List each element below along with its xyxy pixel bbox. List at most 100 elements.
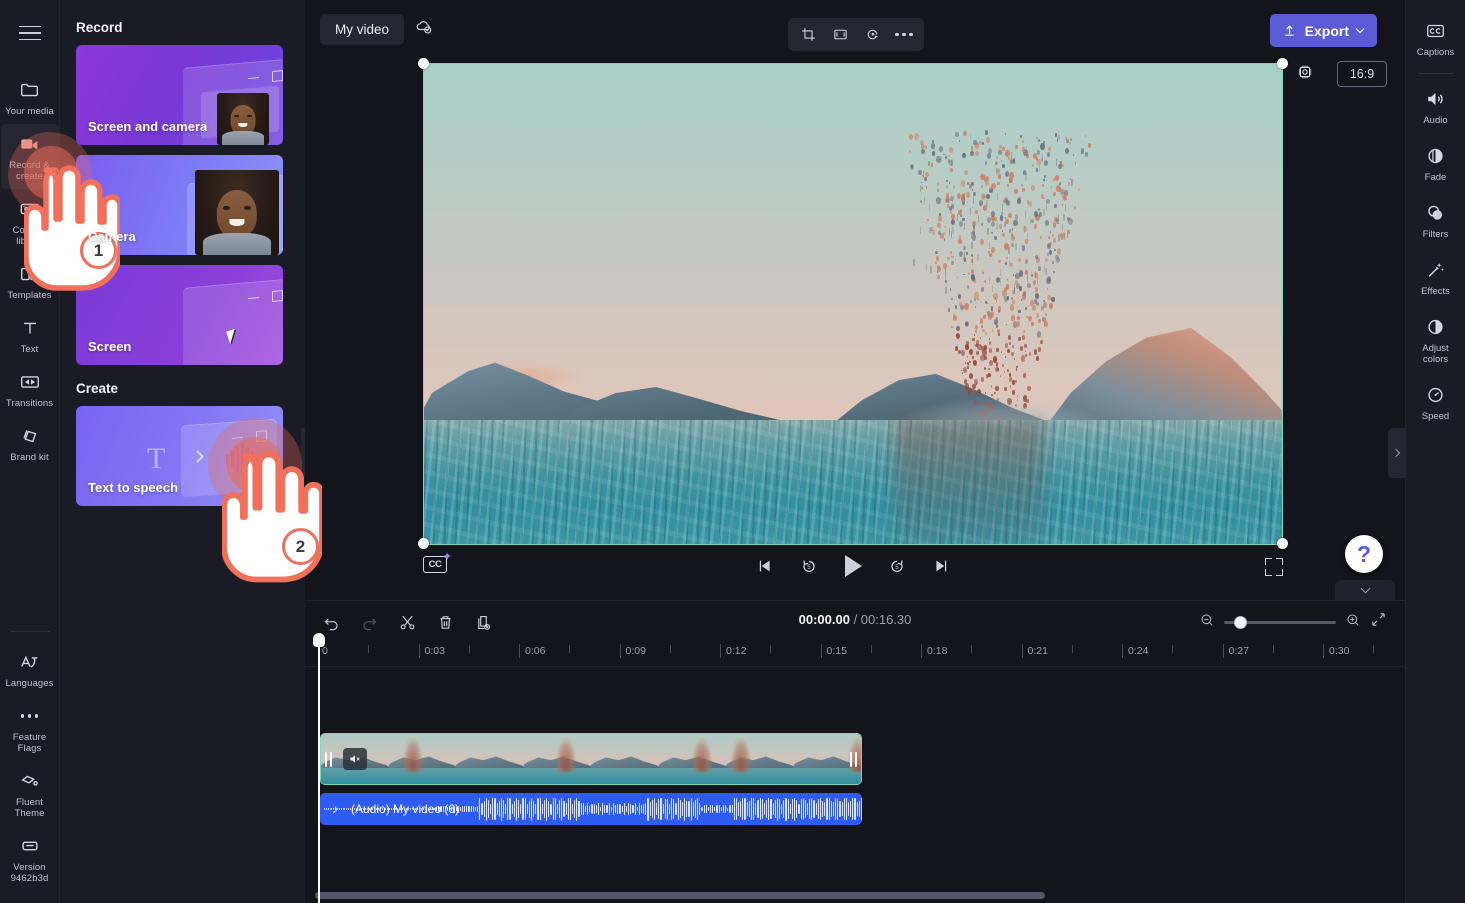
ruler-tick: 0:15 (820, 644, 847, 658)
trim-handle-right[interactable] (848, 748, 859, 770)
person-avatar (195, 170, 279, 255)
export-button[interactable]: Export (1269, 14, 1377, 47)
ruler-subtick (870, 645, 872, 653)
sidebar-item-fluent-theme[interactable]: Fluent Theme (1, 761, 59, 826)
screen-card[interactable]: Screen (76, 265, 283, 365)
ruler-tick: 0:21 (1021, 644, 1048, 658)
sidebar-item-templates[interactable]: Templates (1, 254, 59, 308)
project-title-row: My video (320, 14, 434, 45)
filters-icon (1423, 201, 1449, 224)
video-preview[interactable] (423, 63, 1283, 545)
sidebar-item-content-library[interactable]: Content library (1, 189, 59, 254)
timeline-horizontal-scrollbar[interactable] (315, 892, 1045, 899)
tab-captions[interactable]: Captions (1408, 10, 1464, 67)
card-label: Screen (88, 339, 132, 354)
fullscreen-icon[interactable] (1265, 558, 1283, 576)
tab-label: Speed (1421, 411, 1450, 422)
processor-chip-icon[interactable] (1295, 62, 1315, 82)
transitions-icon (17, 370, 43, 394)
skip-to-start-button[interactable] (753, 553, 777, 579)
video-clip[interactable] (320, 733, 862, 785)
more-horizontal-icon[interactable] (890, 22, 918, 48)
sidebar-item-text[interactable]: Text (1, 308, 59, 362)
undo-button[interactable] (317, 609, 345, 635)
resize-handle-bottom-right[interactable] (1277, 538, 1288, 549)
transport-controls: 5 5 (753, 553, 953, 579)
help-label: ? (1356, 540, 1372, 567)
rotate-icon[interactable] (858, 22, 886, 48)
sidebar-item-your-media[interactable]: Your media (1, 70, 59, 124)
crop-icon[interactable] (794, 22, 822, 48)
sidebar-item-languages[interactable]: Languages (1, 642, 59, 696)
auto-captions-button[interactable]: CC ✦ (423, 552, 452, 573)
clip-thumbnail (388, 734, 456, 784)
fit-timeline-icon[interactable] (1370, 611, 1387, 633)
resize-handle-bottom-left[interactable] (418, 538, 429, 549)
card-label: Camera (88, 229, 136, 244)
speaker-icon (1423, 87, 1449, 110)
speedometer-icon (1423, 383, 1449, 406)
tab-filters[interactable]: Filters (1408, 192, 1464, 249)
duplicate-button[interactable] (469, 609, 497, 635)
zoom-out-icon[interactable] (1199, 612, 1215, 633)
upload-icon (1285, 25, 1294, 36)
ruler-tick: 0:06 (519, 644, 545, 658)
sidebar-item-brand-kit[interactable]: Brand kit (1, 416, 59, 470)
tab-speed[interactable]: Speed (1408, 374, 1464, 431)
trim-handle-left[interactable] (323, 748, 334, 770)
screen-and-camera-card[interactable]: Screen and camera (76, 45, 283, 145)
skip-to-end-button[interactable] (929, 553, 953, 579)
delete-button[interactable] (431, 609, 459, 635)
forward-5-button[interactable]: 5 (885, 553, 909, 579)
split-button[interactable] (393, 609, 421, 635)
redo-button[interactable] (355, 609, 383, 635)
zoom-slider[interactable] (1224, 615, 1336, 629)
playhead[interactable] (313, 633, 325, 903)
audio-clip[interactable]: ♪ (Audio) My video (6) (320, 793, 862, 825)
sidebar-label: Fluent Theme (14, 797, 45, 819)
timeline-ruler[interactable]: 0 0:03 0:06 0:09 0:12 0:15 0:18 0:21 0:24 0:27 0:3… (305, 641, 1405, 667)
folder-icon (17, 78, 43, 102)
tab-adjust-colors[interactable]: Adjust colors (1408, 306, 1464, 374)
hamburger-menu-icon[interactable] (12, 16, 48, 50)
aspect-ratio-selector[interactable]: 16:9 (1337, 61, 1387, 87)
sidebar-item-version[interactable]: Version 9462b3d (1, 826, 59, 891)
chevron-down-icon (1355, 24, 1365, 34)
project-title[interactable]: My video (320, 14, 405, 45)
collapse-right-panel-button[interactable] (1388, 428, 1405, 478)
music-note-icon: ♪ (332, 802, 338, 816)
text-to-speech-card[interactable]: T Text to speech (76, 406, 283, 506)
play-icon (844, 555, 862, 577)
zoom-slider-handle[interactable] (1234, 615, 1247, 629)
tab-fade[interactable]: Fade (1408, 135, 1464, 192)
sidebar-item-record-and-create[interactable]: Record & create (0, 124, 59, 189)
play-button[interactable] (841, 553, 865, 579)
sidebar-item-transitions[interactable]: Transitions (1, 362, 59, 416)
ruler-tick: 0:24 (1122, 644, 1148, 658)
chevron-down-icon (1360, 583, 1370, 594)
camera-card[interactable]: Camera (76, 155, 283, 255)
ruler-subtick (1373, 645, 1375, 653)
fluent-theme-icon (17, 769, 43, 793)
sidebar-label: Text (20, 344, 39, 355)
resize-handle-top-left[interactable] (418, 58, 429, 69)
right-rail-divider (1417, 73, 1454, 74)
tab-audio[interactable]: Audio (1408, 78, 1464, 135)
sidebar-label: Feature Flags (12, 732, 47, 754)
tab-effects[interactable]: Effects (1408, 249, 1464, 306)
collapse-timeline-button[interactable] (1335, 580, 1395, 602)
sidebar-item-feature-flags[interactable]: Feature Flags (1, 696, 59, 761)
ruler-subtick (971, 645, 973, 653)
text-t-icon (17, 316, 43, 340)
zoom-in-icon[interactable] (1345, 612, 1361, 633)
timeline-tracks: ♪ (Audio) My video (6) (305, 667, 1405, 882)
right-properties-rail: Captions Audio Fade Filters Effects Adju… (1405, 0, 1465, 903)
resize-handle-top-right[interactable] (1277, 58, 1288, 69)
rewind-5-button[interactable]: 5 (797, 553, 821, 579)
window-illustration (183, 278, 283, 365)
clipchamp-editor: Your media Record & create Content libra… (0, 0, 1465, 903)
ellipsis-icon (17, 704, 43, 728)
fit-frame-icon[interactable] (826, 22, 854, 48)
help-button[interactable]: ? (1345, 535, 1383, 573)
speaker-muted-icon[interactable] (343, 748, 367, 770)
